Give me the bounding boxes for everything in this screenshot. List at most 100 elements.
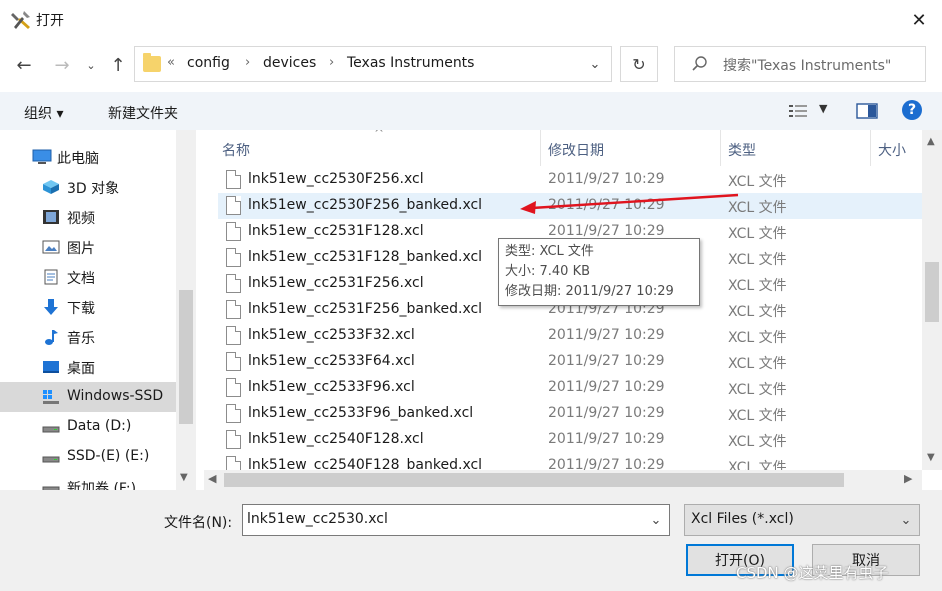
file-icon: [226, 248, 241, 267]
scrollbar-thumb[interactable]: [224, 473, 844, 487]
app-tools-icon: [11, 11, 30, 29]
refresh-icon: ↻: [632, 54, 646, 74]
sidebar-item-windows-ssd[interactable]: Windows-SSD: [0, 382, 176, 412]
tooltip-size: 大小: 7.40 KB: [505, 264, 591, 279]
close-button[interactable]: ✕: [896, 0, 942, 40]
file-icon: [226, 404, 241, 423]
sidebar-item-desktop[interactable]: 桌面: [0, 352, 176, 382]
file-type: XCL 文件: [728, 226, 787, 242]
column-divider[interactable]: [720, 130, 721, 166]
filename-dropdown-button[interactable]: ⌄: [645, 510, 667, 530]
tooltip-type: 类型: XCL 文件: [505, 244, 594, 259]
sidebar-item-documents[interactable]: 文档: [0, 262, 176, 292]
file-row[interactable]: lnk51ew_cc2533F32.xcl 2011/9/27 10:29 XCL …: [218, 323, 922, 349]
sidebar-item-label: 文档: [67, 271, 95, 287]
address-bar[interactable]: « config › devices › Texas Instruments ⌄: [134, 46, 612, 82]
file-name: lnk51ew_cc2533F96_banked.xcl: [248, 405, 474, 421]
back-button[interactable]: ←: [10, 50, 38, 80]
file-row[interactable]: lnk51ew_cc2533F96.xcl 2011/9/27 10:29 XCL …: [218, 375, 922, 401]
file-list: ^ 名称 修改日期 类型 大小 lnk51ew_cc2530F256.xcl 20…: [204, 130, 942, 490]
refresh-button[interactable]: ↻: [620, 46, 658, 82]
navigation-scrollbar[interactable]: [176, 130, 196, 490]
sidebar-item-new-volume-f[interactable]: 新加卷 (F:): [0, 472, 176, 490]
sidebar-item-label: Data (D:): [67, 418, 132, 434]
recent-locations-button[interactable]: ⌄: [80, 50, 102, 80]
file-type: XCL 文件: [728, 278, 787, 294]
drive-windows-icon: [43, 390, 59, 404]
sidebar-item-data-d[interactable]: Data (D:): [0, 412, 176, 442]
forward-button[interactable]: →: [48, 50, 76, 80]
dialog-footer: 文件名(N): lnk51ew_cc2530.xcl ⌄ Xcl Files (…: [0, 490, 942, 591]
breadcrumb-texas-instruments[interactable]: Texas Instruments: [347, 55, 474, 71]
breadcrumb-devices[interactable]: devices: [263, 55, 316, 71]
file-info-tooltip: 类型: XCL 文件 大小: 7.40 KB 修改日期: 2011/9/27 1…: [498, 238, 700, 306]
drive-icon: [42, 426, 60, 433]
file-type-select[interactable]: Xcl Files (*.xcl) ⌄: [684, 504, 920, 536]
file-list-scrollbar[interactable]: ▲ ▼: [922, 130, 942, 470]
file-type: XCL 文件: [728, 330, 787, 346]
download-icon: [44, 299, 58, 315]
file-row[interactable]: lnk51ew_cc2533F64.xcl 2011/9/27 10:29 XCL …: [218, 349, 922, 375]
file-type: XCL 文件: [728, 460, 787, 470]
drive-icon: [42, 486, 60, 490]
sidebar-item-music[interactable]: 音乐: [0, 322, 176, 352]
horizontal-scrollbar[interactable]: ◀ ▶: [204, 470, 922, 490]
file-date: 2011/9/27 10:29: [548, 457, 665, 470]
file-row[interactable]: lnk51ew_cc2533F96_banked.xcl 2011/9/27 10…: [218, 401, 922, 427]
new-folder-button[interactable]: 新建文件夹: [108, 103, 178, 123]
file-type-dropdown-button[interactable]: ⌄: [895, 510, 917, 530]
sidebar-item-label: 此电脑: [57, 151, 99, 167]
file-date: 2011/9/27 10:29: [548, 223, 665, 239]
breadcrumb-config[interactable]: config: [187, 55, 230, 71]
breadcrumb-separator-icon: ›: [329, 55, 335, 70]
view-dropdown-icon[interactable]: ▼: [819, 102, 827, 115]
file-row[interactable]: lnk51ew_cc2540F128_banked.xcl 2011/9/27 1…: [218, 453, 922, 470]
preview-pane-icon[interactable]: [856, 103, 878, 119]
sidebar-item-3d-objects[interactable]: 3D 对象: [0, 172, 176, 202]
column-header-date[interactable]: 修改日期: [548, 140, 604, 160]
view-options-icon[interactable]: [788, 103, 808, 119]
scroll-down-icon[interactable]: ▼: [927, 452, 935, 463]
sidebar-item-label: 视频: [67, 211, 95, 227]
file-icon: [226, 222, 241, 241]
sidebar-item-label: 音乐: [67, 331, 95, 347]
scrollbar-thumb[interactable]: [925, 262, 939, 322]
scroll-left-icon[interactable]: ◀: [208, 472, 216, 485]
organize-menu[interactable]: 组织 ▾: [24, 103, 63, 123]
file-name: lnk51ew_cc2533F64.xcl: [248, 353, 415, 369]
address-overflow[interactable]: «: [167, 55, 175, 70]
help-icon[interactable]: ?: [902, 100, 922, 120]
column-divider[interactable]: [870, 130, 871, 166]
address-dropdown-button[interactable]: ⌄: [583, 53, 607, 75]
column-divider[interactable]: [540, 130, 541, 166]
file-name: lnk51ew_cc2531F128.xcl: [248, 223, 424, 239]
file-row[interactable]: lnk51ew_cc2540F128.xcl 2011/9/27 10:29 XCL…: [218, 427, 922, 453]
sidebar-item-pictures[interactable]: 图片: [0, 232, 176, 262]
sidebar-item-label: 新加卷 (F:): [67, 481, 137, 490]
file-date: 2011/9/27 10:29: [548, 353, 665, 369]
search-input[interactable]: 搜索"Texas Instruments": [723, 55, 891, 75]
scroll-down-icon[interactable]: ▼: [180, 472, 188, 483]
column-header-size[interactable]: 大小: [878, 140, 906, 160]
column-header-name[interactable]: 名称: [222, 140, 250, 160]
filename-label: 文件名(N):: [164, 515, 233, 531]
scroll-right-icon[interactable]: ▶: [904, 472, 912, 485]
search-box[interactable]: 搜索"Texas Instruments": [674, 46, 926, 82]
file-icon: [226, 170, 241, 189]
close-icon: ✕: [911, 9, 927, 31]
file-name: lnk51ew_cc2530F256_banked.xcl: [248, 197, 483, 213]
sidebar-item-downloads[interactable]: 下载: [0, 292, 176, 322]
sidebar-item-videos[interactable]: 视频: [0, 202, 176, 232]
folder-icon: [143, 53, 161, 72]
column-header-type[interactable]: 类型: [728, 140, 756, 160]
sidebar-item-label: Windows-SSD: [67, 388, 164, 404]
video-icon: [43, 210, 59, 224]
sidebar-item-ssd-e[interactable]: SSD-(E) (E:): [0, 442, 176, 472]
scroll-up-icon[interactable]: ▲: [927, 136, 935, 147]
file-date: 2011/9/27 10:29: [548, 327, 665, 343]
sidebar-item-this-pc[interactable]: 此电脑: [0, 142, 176, 172]
drive-icon: [42, 456, 60, 463]
up-button[interactable]: ↑: [104, 50, 132, 80]
scrollbar-thumb[interactable]: [179, 290, 193, 424]
filename-input[interactable]: lnk51ew_cc2530.xcl ⌄: [242, 504, 670, 536]
